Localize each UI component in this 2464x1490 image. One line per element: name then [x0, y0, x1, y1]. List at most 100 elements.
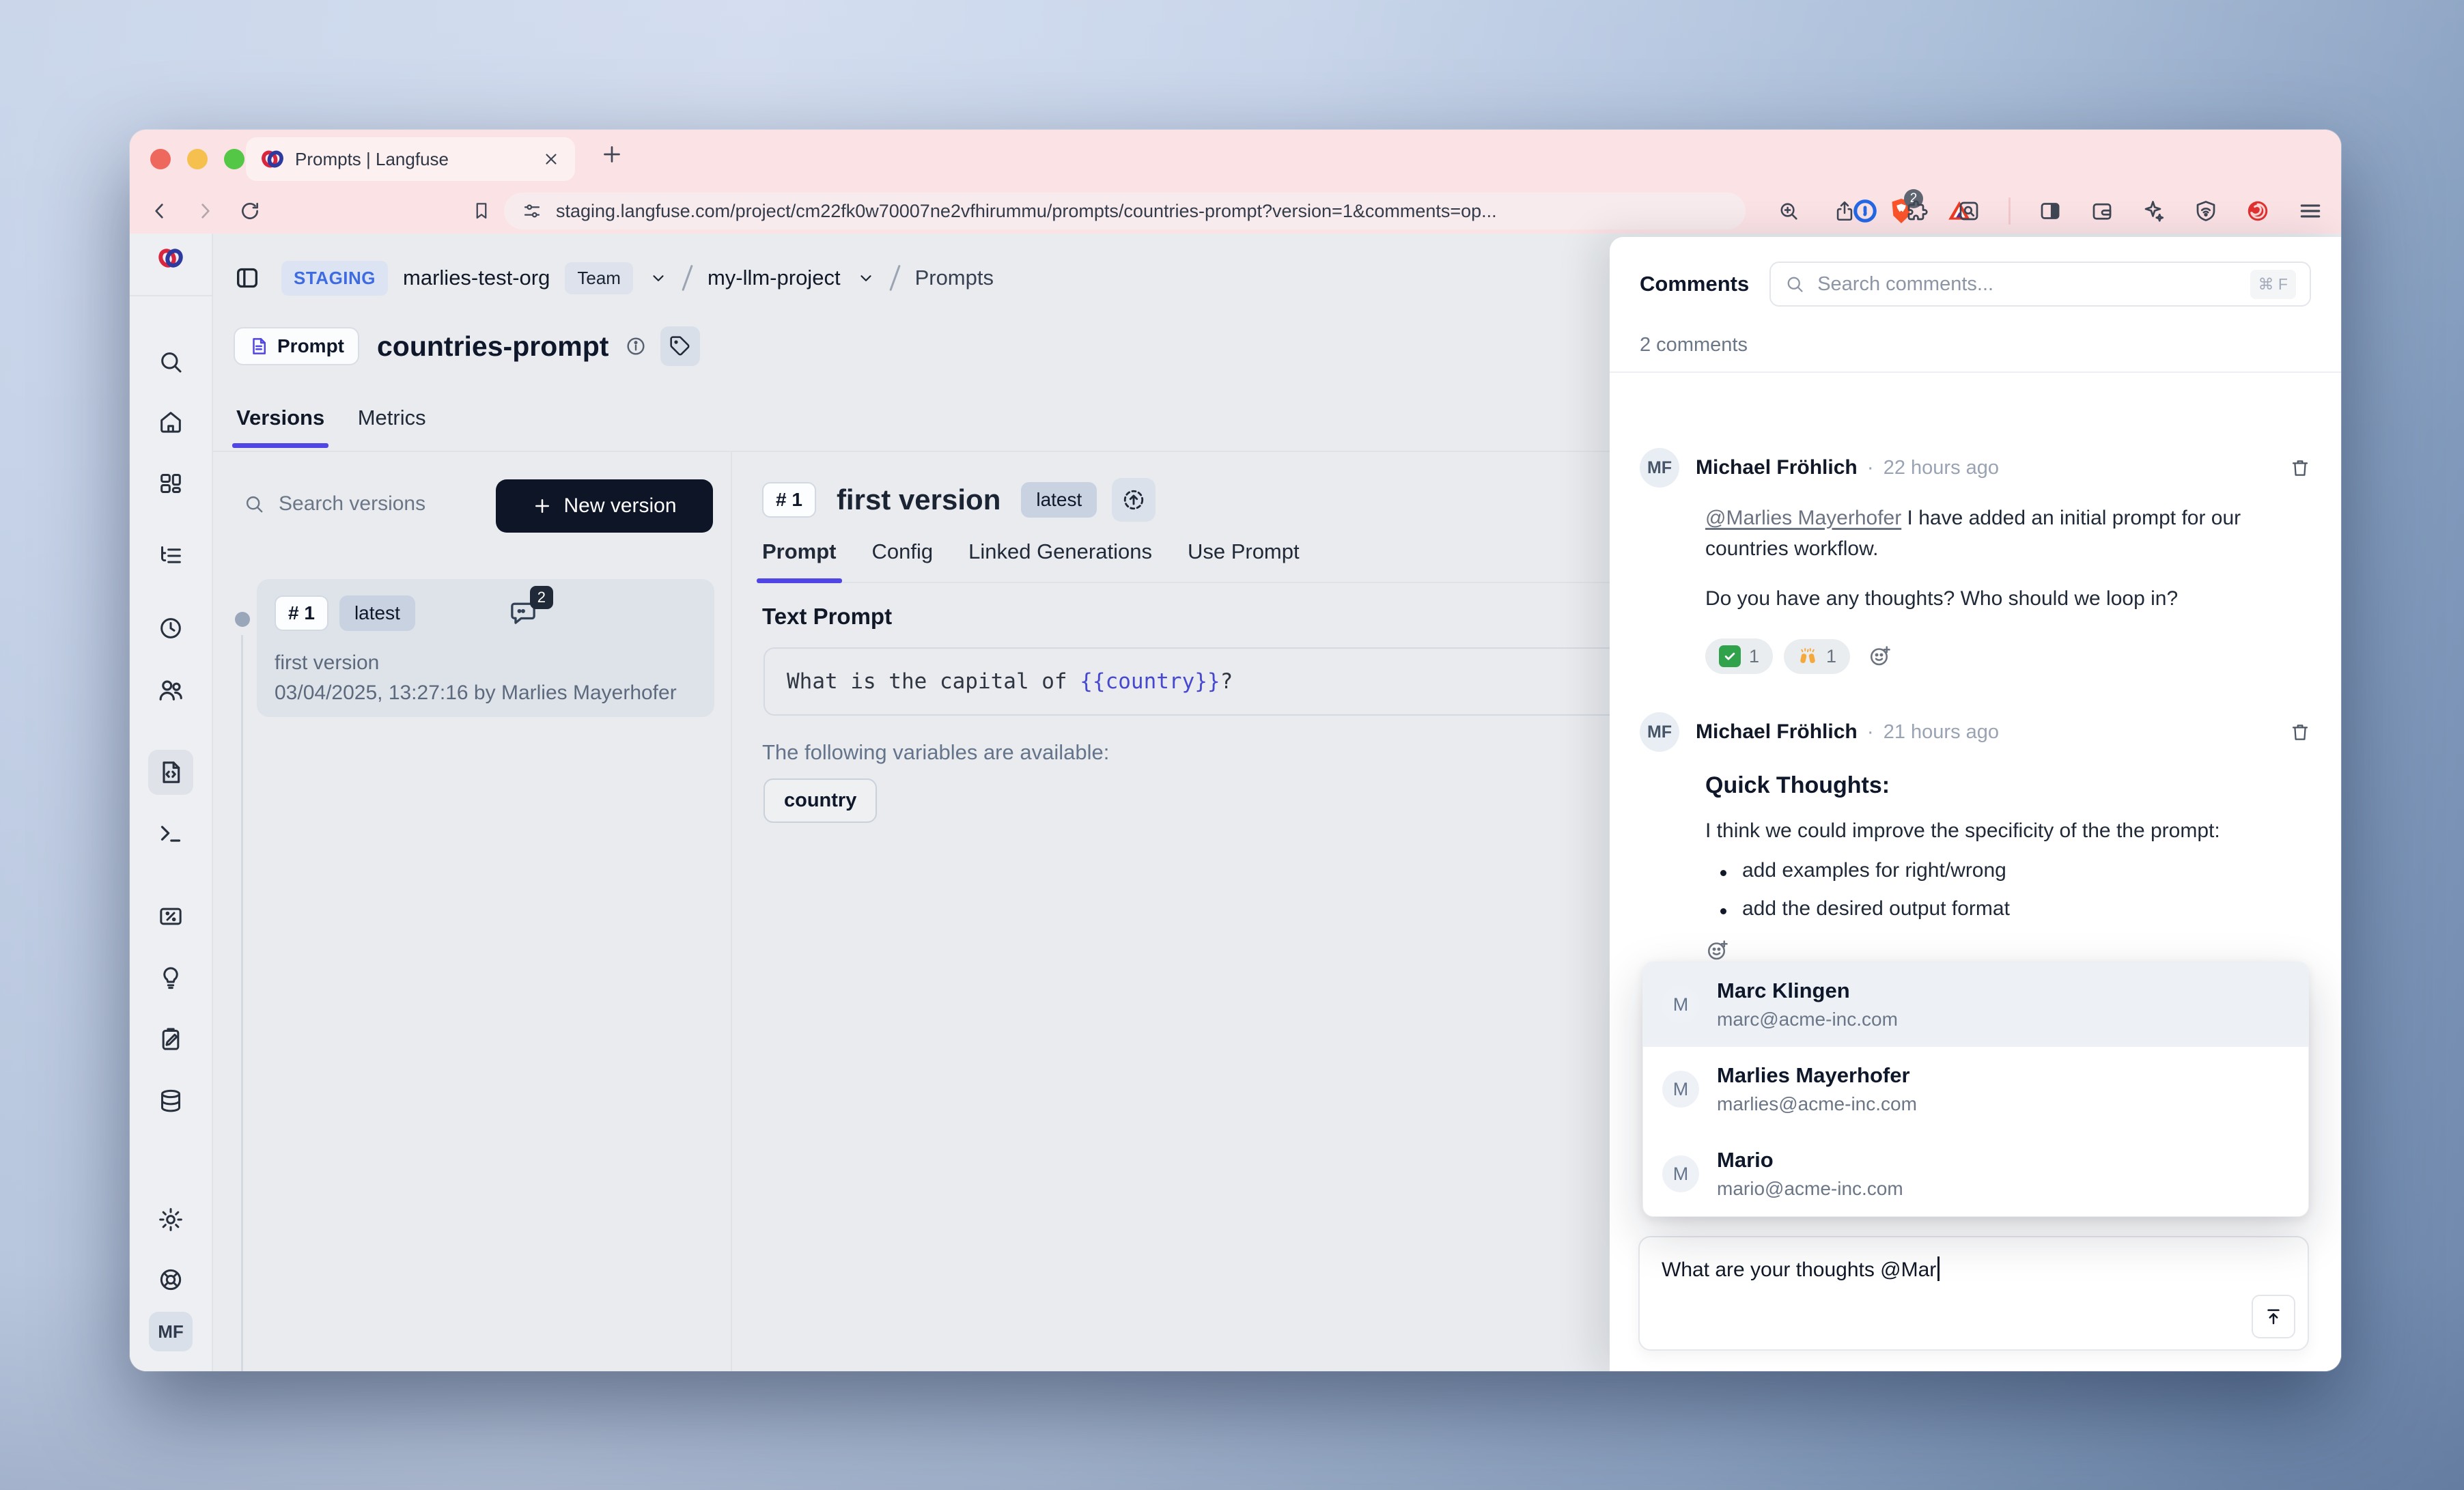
delete-comment-icon[interactable]: [2289, 721, 2311, 743]
chevron-down-icon[interactable]: [857, 269, 875, 287]
comments-count: 2 comments: [1640, 334, 2311, 356]
langfuse-logo[interactable]: [156, 244, 186, 272]
reload-button[interactable]: [239, 200, 261, 222]
add-reaction-icon[interactable]: [1705, 938, 2311, 963]
sidebar-support-icon[interactable]: [148, 1257, 193, 1302]
comments-search[interactable]: ⌘ F: [1769, 262, 2311, 307]
swirl-extension-icon[interactable]: [2245, 199, 2270, 223]
breadcrumb-section[interactable]: Prompts: [915, 266, 994, 290]
leo-ai-sparkle-icon[interactable]: [2142, 199, 2166, 223]
text-caret: [1937, 1256, 1940, 1281]
tab-metrics[interactable]: Metrics: [358, 406, 426, 447]
extensions-puzzle-icon[interactable]: [1905, 199, 1929, 223]
version-name: first version: [275, 651, 697, 675]
minimize-window-button[interactable]: [187, 149, 208, 169]
close-window-button[interactable]: [150, 149, 171, 169]
timeline-dot: [235, 612, 250, 627]
sidebar-toggle-icon[interactable]: [2038, 199, 2062, 223]
breadcrumb-project[interactable]: my-llm-project: [708, 266, 841, 290]
add-reaction-icon[interactable]: [1868, 644, 1892, 669]
mention-option[interactable]: M Marlies Mayerhofer marlies@acme-inc.co…: [1643, 1047, 2308, 1131]
version-number-badge: # 1: [275, 595, 328, 631]
versions-column: New version # 1 latest 2 fi: [213, 452, 732, 1371]
raising-hands-emoji: [1797, 646, 1818, 666]
avatar: M: [1662, 1071, 1699, 1108]
sidebar-evaluation-icon[interactable]: [148, 894, 193, 939]
address-bar[interactable]: staging.langfuse.com/project/cm22fk0w700…: [504, 193, 1746, 229]
new-tab-button[interactable]: [600, 142, 624, 167]
tab-title: Prompts | Langfuse: [295, 149, 531, 170]
sidebar-settings-icon[interactable]: [148, 1197, 193, 1242]
comment-composer[interactable]: What are your thoughts @Mar: [1638, 1236, 2309, 1351]
avatar: MF: [1640, 712, 1679, 752]
new-version-button[interactable]: New version: [496, 479, 713, 533]
dot-separator: ·: [1867, 456, 1874, 479]
menu-hamburger-icon[interactable]: [2297, 198, 2323, 224]
vpn-shield-icon[interactable]: [2194, 199, 2218, 223]
sidebar-prompts-icon[interactable]: [148, 750, 193, 795]
mention-email: mario@acme-inc.com: [1717, 1178, 1903, 1200]
collapse-sidebar-icon[interactable]: [234, 264, 261, 292]
tab-prompt[interactable]: Prompt: [762, 539, 837, 582]
submit-comment-button[interactable]: [2252, 1295, 2295, 1338]
back-button[interactable]: [149, 200, 171, 222]
reaction-raising-hands[interactable]: 1: [1784, 639, 1850, 674]
browser-tab[interactable]: Prompts | Langfuse: [246, 137, 575, 181]
info-icon[interactable]: [625, 335, 647, 357]
tab-use-prompt[interactable]: Use Prompt: [1188, 539, 1300, 582]
comments-bubble-icon[interactable]: 2: [508, 598, 538, 628]
bookmark-icon[interactable]: [471, 199, 492, 223]
close-tab-icon[interactable]: [542, 150, 560, 168]
bullet-item: add the desired output format: [1715, 897, 2311, 920]
sidebar-annotation-icon[interactable]: [148, 1017, 193, 1062]
search-page-icon[interactable]: [1957, 199, 1981, 223]
sidebar-dashboards-icon[interactable]: [148, 461, 193, 506]
version-card[interactable]: # 1 latest 2 first version 03/04/2025, 1…: [257, 579, 714, 717]
onepassword-icon[interactable]: [1853, 199, 1877, 223]
sidebar-llm-judge-icon[interactable]: [148, 955, 193, 1000]
detail-latest-badge: latest: [1021, 482, 1097, 518]
mention-email: marlies@acme-inc.com: [1717, 1093, 1917, 1115]
delete-comment-icon[interactable]: [2289, 457, 2311, 479]
mention-email: marc@acme-inc.com: [1717, 1009, 1898, 1030]
zoom-page-icon[interactable]: [1777, 199, 1800, 223]
comment-author: Michael Fröhlich: [1696, 720, 1858, 744]
versions-search[interactable]: [243, 492, 505, 516]
mention-option[interactable]: M Mario mario@acme-inc.com: [1643, 1131, 2308, 1216]
dot-separator: ·: [1867, 720, 1874, 744]
sidebar-datasets-icon[interactable]: [148, 1078, 193, 1123]
sidebar-home-icon[interactable]: [148, 399, 193, 445]
mention-option[interactable]: M Marc Klingen marc@acme-inc.com: [1643, 962, 2308, 1047]
comments-title: Comments: [1640, 272, 1749, 296]
avatar: M: [1662, 1155, 1699, 1192]
sidebar-sessions-icon[interactable]: [148, 606, 193, 651]
tab-config[interactable]: Config: [872, 539, 934, 582]
breadcrumb-org[interactable]: marlies-test-org: [403, 266, 550, 290]
zoom-window-button[interactable]: [224, 149, 244, 169]
sidebar-tracing-icon[interactable]: [148, 533, 193, 578]
user-avatar[interactable]: MF: [149, 1312, 193, 1351]
wallet-icon[interactable]: [2090, 199, 2114, 223]
mention-link[interactable]: @Marlies Mayerhofer: [1705, 507, 1901, 529]
chevron-down-icon[interactable]: [649, 269, 667, 287]
bullet-item: add examples for right/wrong: [1715, 859, 2311, 882]
sidebar-playground-icon[interactable]: [148, 811, 193, 856]
prompt-type-badge: Prompt: [234, 327, 359, 365]
prompt-variable: {{country}}: [1080, 669, 1220, 694]
sidebar-users-icon[interactable]: [148, 668, 193, 713]
tag-button[interactable]: [660, 326, 700, 366]
site-settings-icon[interactable]: [522, 201, 542, 221]
tab-versions[interactable]: Versions: [236, 406, 324, 447]
forward-button[interactable]: [194, 200, 216, 222]
promote-version-button[interactable]: [1112, 478, 1156, 522]
browser-window: Prompts | Langfuse: [130, 130, 2341, 1371]
sidebar-search-icon[interactable]: [148, 339, 193, 384]
search-shortcut-hint: ⌘ F: [2250, 270, 2296, 299]
search-comments-input[interactable]: [1816, 272, 2239, 296]
reaction-check[interactable]: 1: [1705, 638, 1773, 674]
prompt-title-row: Prompt countries-prompt: [234, 326, 700, 366]
page-title: countries-prompt: [377, 331, 608, 363]
comment-item: MF Michael Fröhlich · 21 hours ago Quick…: [1610, 674, 2341, 963]
search-versions-input[interactable]: [277, 492, 505, 516]
tab-linked-generations[interactable]: Linked Generations: [968, 539, 1152, 582]
